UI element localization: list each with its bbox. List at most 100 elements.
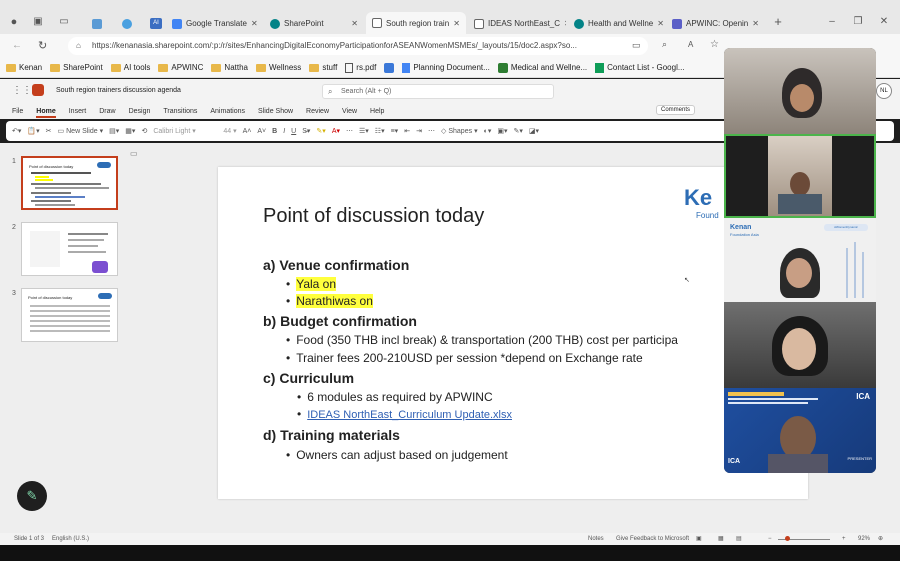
bullet-d1[interactable]: Owners can adjust based on judgement bbox=[286, 448, 507, 462]
close-icon[interactable]: ✕ bbox=[564, 19, 566, 28]
section-d-heading[interactable]: d) Training materials bbox=[263, 427, 400, 443]
tab-health[interactable]: Health and Wellne ✕ bbox=[568, 13, 664, 34]
decrease-indent-icon[interactable]: ⇤ bbox=[404, 127, 410, 135]
font-color-icon[interactable]: A▾ bbox=[332, 127, 340, 135]
slide-thumbnail-1[interactable]: Point of discussion today bbox=[21, 156, 118, 210]
bookmark-medical[interactable]: Medical and Wellne... bbox=[497, 62, 587, 73]
bullet-b2[interactable]: Trainer fees 200-210USD per session *dep… bbox=[286, 351, 642, 365]
undo-icon[interactable]: ↶▾ bbox=[12, 127, 21, 135]
video-tile-3[interactable]: Kenan Foundation Asia AWomenDynamic bbox=[724, 218, 876, 302]
close-icon[interactable]: ✕ bbox=[251, 19, 258, 28]
zoom-in-icon[interactable]: + bbox=[842, 533, 846, 545]
tab-transitions[interactable]: Transitions bbox=[163, 108, 197, 115]
zoom-slider-thumb[interactable] bbox=[785, 536, 790, 541]
tab-slide-show[interactable]: Slide Show bbox=[258, 108, 293, 115]
comments-button[interactable]: Comments bbox=[656, 105, 696, 115]
zoom-out-icon[interactable]: − bbox=[768, 533, 772, 545]
bookmark-stuff[interactable]: stuff bbox=[309, 63, 337, 72]
tab-design[interactable]: Design bbox=[129, 108, 151, 115]
slide-thumbnail-2[interactable] bbox=[21, 222, 118, 276]
restore-icon[interactable]: ❐ bbox=[852, 16, 864, 28]
video-tile-5[interactable]: ICA ICA PRESENTER bbox=[724, 388, 876, 473]
section-a-heading[interactable]: a) Venue confirmation bbox=[263, 257, 409, 273]
zoom-icon[interactable]: ⌕ bbox=[662, 39, 667, 50]
bookmark-nattha[interactable]: Nattha bbox=[211, 63, 248, 72]
tab-review[interactable]: Review bbox=[306, 108, 329, 115]
draw-pen-button[interactable]: ✎ bbox=[17, 481, 47, 511]
video-tile-4[interactable] bbox=[724, 302, 876, 388]
close-window-icon[interactable]: ✕ bbox=[878, 16, 890, 28]
font-select[interactable]: Calibri Light ▾ bbox=[153, 127, 217, 136]
bullet-a1[interactable]: Yala on bbox=[286, 277, 337, 291]
bullet-c2[interactable]: IDEAS NorthEast_Curriculum Update.xlsx bbox=[297, 407, 512, 421]
text-direction-icon[interactable]: ⋯ bbox=[428, 127, 435, 135]
italic-icon[interactable]: I bbox=[283, 128, 285, 135]
read-aloud-icon[interactable]: A bbox=[688, 40, 693, 49]
slide-canvas[interactable]: Point of discussion today Ke Found a) Ve… bbox=[218, 167, 808, 499]
editing-icon[interactable]: ◪▾ bbox=[529, 127, 539, 135]
zoom-level[interactable]: 92% bbox=[858, 533, 870, 545]
curriculum-link[interactable]: IDEAS NorthEast_Curriculum Update.xlsx bbox=[307, 409, 512, 421]
tab-ideas[interactable]: IDEAS NorthEast_C✕ bbox=[468, 13, 566, 34]
arrange-icon[interactable]: ▣▾ bbox=[497, 127, 507, 135]
profile-icon[interactable]: ● bbox=[8, 16, 20, 28]
notes-button[interactable]: Notes bbox=[588, 533, 604, 545]
document-title[interactable]: South region trainers discussion agenda bbox=[56, 87, 181, 94]
tab-google-translate[interactable]: Google Translate ✕ bbox=[166, 13, 262, 34]
close-icon[interactable]: ✕ bbox=[657, 19, 664, 28]
strikethrough-icon[interactable]: S̶▾ bbox=[302, 127, 310, 135]
new-slide-button[interactable]: ▭ New Slide ▾ bbox=[58, 127, 104, 136]
bullet-c1[interactable]: 6 modules as required by APWINC bbox=[297, 390, 492, 404]
section-c-heading[interactable]: c) Curriculum bbox=[263, 370, 354, 386]
bullets-icon[interactable]: ☰▾ bbox=[359, 127, 369, 135]
slide-thumbnail-3[interactable]: Point of discussion today bbox=[21, 288, 118, 342]
section-b-heading[interactable]: b) Budget confirmation bbox=[263, 313, 417, 329]
tab-home[interactable]: Home bbox=[36, 108, 57, 118]
video-tile-2[interactable] bbox=[724, 134, 876, 218]
shape-fill-icon[interactable]: ◐▾ bbox=[484, 127, 492, 135]
shapes-button[interactable]: ◇ Shapes ▾ bbox=[441, 127, 478, 136]
tab-view[interactable]: View bbox=[342, 108, 357, 115]
url-field[interactable]: ⌂ https://kenanasia.sharepoint.com/:p:/r… bbox=[68, 37, 648, 55]
back-icon[interactable]: ← bbox=[12, 40, 22, 51]
normal-view-icon[interactable]: ▣ bbox=[696, 533, 702, 545]
tab-0[interactable] bbox=[86, 13, 114, 34]
bookmark-contact[interactable]: Contact List - Googl... bbox=[595, 62, 685, 73]
sorter-view-icon[interactable]: ▦ bbox=[718, 533, 724, 545]
tab-insert[interactable]: Insert bbox=[69, 108, 87, 115]
reading-view-icon[interactable]: ▤ bbox=[736, 533, 742, 545]
shape-outline-icon[interactable]: ✎▾ bbox=[514, 127, 523, 135]
paste-icon[interactable]: 📋▾ bbox=[27, 127, 39, 135]
increase-indent-icon[interactable]: ⇥ bbox=[416, 127, 422, 135]
section-icon[interactable]: ▦▾ bbox=[125, 127, 135, 135]
tab-file[interactable]: File bbox=[12, 108, 23, 115]
close-icon[interactable]: ✕ bbox=[351, 19, 358, 28]
fit-slide-icon[interactable]: ⊕ bbox=[878, 533, 883, 545]
underline-icon[interactable]: U bbox=[291, 128, 296, 135]
refresh-icon[interactable]: ↻ bbox=[38, 39, 47, 52]
tab-apwinc[interactable]: APWINC: Openin ✕ bbox=[666, 13, 762, 34]
layout-icon[interactable]: ▤▾ bbox=[109, 127, 119, 135]
tab-animations[interactable]: Animations bbox=[210, 108, 245, 115]
bookmark-sharepoint[interactable]: SharePoint bbox=[50, 63, 103, 72]
bookmark-kenan[interactable]: Kenan bbox=[6, 63, 42, 72]
avatar[interactable]: NL bbox=[876, 83, 892, 99]
tab-south-region[interactable]: South region train ✕ bbox=[366, 12, 466, 34]
align-icon[interactable]: ≡▾ bbox=[391, 127, 399, 135]
bookmark-rs-pdf[interactable]: rs.pdf bbox=[345, 62, 376, 73]
font-size-select[interactable]: 44 ▾ bbox=[223, 127, 236, 136]
grow-font-icon[interactable]: A˄ bbox=[243, 128, 252, 135]
highlight-icon[interactable]: ✎▾ bbox=[316, 127, 325, 135]
tab-ai[interactable]: AI bbox=[144, 13, 166, 34]
close-icon[interactable]: ✕ bbox=[453, 19, 460, 28]
collapse-panel-icon[interactable]: ▭ bbox=[130, 149, 138, 158]
bullet-b1[interactable]: Food (350 THB incl break) & transportati… bbox=[286, 333, 678, 347]
search-box[interactable]: ⌕ Search (Alt + Q) bbox=[322, 84, 554, 99]
tab-1[interactable] bbox=[116, 13, 144, 34]
feedback-link[interactable]: Give Feedback to Microsoft bbox=[616, 533, 689, 545]
bookmark-wellness[interactable]: Wellness bbox=[256, 63, 301, 72]
cut-icon[interactable]: ✂ bbox=[46, 127, 52, 135]
bold-icon[interactable]: B bbox=[272, 128, 277, 135]
reset-icon[interactable]: ⟲ bbox=[141, 127, 147, 135]
tab-sharepoint[interactable]: SharePoint ✕ bbox=[264, 13, 364, 34]
